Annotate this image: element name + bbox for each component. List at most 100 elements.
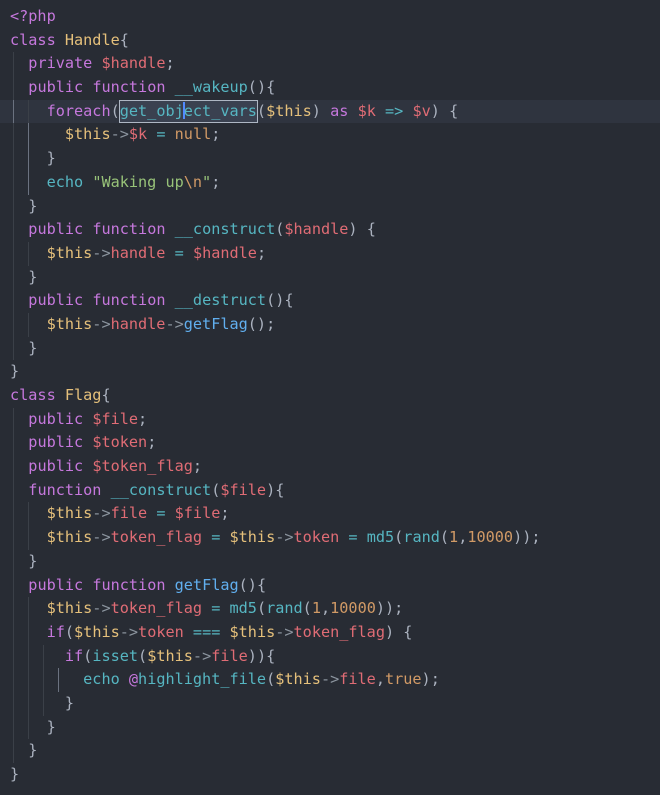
code-line[interactable]: } [0,194,660,219]
code-line[interactable]: } [0,147,660,171]
code-line[interactable]: } [0,739,660,763]
token-object-arrow: -> [92,599,111,618]
code-content[interactable]: <?php class Handle{ private $handle; pub… [0,0,660,787]
code-line[interactable]: if($this->token === $this->token_flag) { [0,620,660,645]
token-brace: } [28,741,38,760]
token-keyword-function: function [28,480,102,499]
token-keyword-public: public [28,433,84,452]
token-object-arrow: -> [275,528,294,547]
code-line[interactable]: } [0,691,660,716]
token-property-token-flag: token_flag [293,622,385,641]
token-keyword-function: function [92,220,166,239]
token-keyword-echo: echo [46,172,84,191]
code-line[interactable]: $this->handle->getFlag(); [0,312,660,337]
token-comma: , [320,599,331,618]
token-parens: (){ [266,291,294,310]
token-function-md5: md5 [366,528,395,547]
token-property-token-flag: token_flag [110,599,203,618]
token-property-file: file [110,504,148,523]
token-method-wakeup: __wakeup [174,78,248,97]
token-property-file: file [339,670,376,689]
code-line[interactable]: public function getFlag(){ [0,573,660,598]
token-brace: { [403,622,413,641]
token-keyword-function: function [92,78,166,97]
token-parens: ){ [266,480,285,499]
token-keyword-class: class [10,386,56,404]
token-selected-get-object-vars[interactable]: get_object_vars [118,99,258,123]
code-line[interactable]: $this->$k = null; [0,123,660,148]
token-semicolon: ; [211,172,221,191]
token-parens: )); [513,528,541,547]
token-paren: ( [138,646,148,665]
code-line[interactable]: if(isset($this->file)){ [0,644,660,669]
token-operator-identity: === [192,622,221,641]
token-variable-this: $this [74,622,120,641]
token-constant-true: true [384,670,422,689]
code-line[interactable]: function __construct($file){ [0,478,660,503]
token-object-arrow: -> [320,670,340,689]
token-property-file: file [211,646,248,665]
code-line-active[interactable]: foreach(get_object_vars($this) as $k => … [0,99,660,124]
token-keyword-as: as [330,101,349,120]
code-line[interactable]: public $token_flag; [0,455,660,479]
token-method-construct: __construct [174,220,276,239]
code-line[interactable]: $this->token_flag = md5(rand(1,10000)); [0,597,660,621]
token-keyword-public: public [28,78,84,97]
code-line[interactable]: <?php [0,5,660,29]
token-parens: )); [375,599,404,618]
token-operator-assign: = [156,504,166,523]
token-variable-file: $file [174,504,221,523]
code-line[interactable]: private $handle; [0,52,660,77]
token-function-rand: rand [266,599,303,618]
token-paren: ( [110,101,120,120]
token-paren: ( [83,646,93,665]
code-line[interactable]: $this->file = $file; [0,502,660,527]
token-keyword-public: public [28,575,84,594]
token-escape-newline: \n [183,172,203,191]
code-line[interactable]: public $token; [0,431,660,456]
token-method-call-getflag: getFlag [183,314,248,333]
token-variable-this: $this [147,646,193,665]
code-line[interactable]: echo "Waking up\n"; [0,170,660,195]
code-line[interactable]: $this->token_flag = $this->token = md5(r… [0,526,660,550]
token-object-arrow: -> [92,528,111,547]
code-line[interactable]: public function __construct($handle) { [0,218,660,242]
code-line[interactable]: } [0,336,660,361]
token-method-getflag: getFlag [174,575,239,594]
token-paren: ) [348,220,358,239]
token-error-suppress-operator: @ [128,670,139,689]
token-property-handle: handle [110,314,166,333]
token-operator-assign: = [211,528,221,547]
token-semicolon: ; [220,504,230,523]
code-editor[interactable]: <?php class Handle{ private $handle; pub… [0,0,660,795]
token-keyword-class: class [10,30,56,49]
code-line[interactable]: } [0,715,660,740]
code-line[interactable]: class Handle{ [0,29,660,53]
token-variable-this: $this [46,314,93,333]
token-variable-file: $file [92,409,139,428]
code-line[interactable]: echo @highlight_file($this->file,true); [0,668,660,692]
code-line[interactable]: } [0,763,660,787]
token-variable-this: $this [229,622,276,641]
token-constant-null: null [174,125,212,144]
code-line[interactable]: public function __destruct(){ [0,289,660,313]
code-line[interactable]: } [0,549,660,574]
token-semicolon: ; [256,243,267,262]
token-variable-token: $token [92,433,148,452]
code-line[interactable]: $this->handle = $handle; [0,241,660,266]
code-line[interactable]: class Flag{ [0,384,660,408]
token-paren: ( [266,670,276,689]
token-operator-assign: = [174,243,184,262]
code-line[interactable]: public $file; [0,407,660,432]
token-comma: , [375,670,385,689]
token-variable-this: $this [64,125,111,144]
token-paren: ( [256,101,267,120]
code-line[interactable]: } [0,265,660,290]
token-variable-this: $this [46,599,93,618]
token-semicolon: ; [165,54,175,73]
token-paren: ( [394,528,404,547]
code-line[interactable]: public function __wakeup(){ [0,76,660,100]
token-brace: } [46,149,56,168]
code-line[interactable]: } [0,360,660,384]
token-property-token: token [293,528,340,547]
